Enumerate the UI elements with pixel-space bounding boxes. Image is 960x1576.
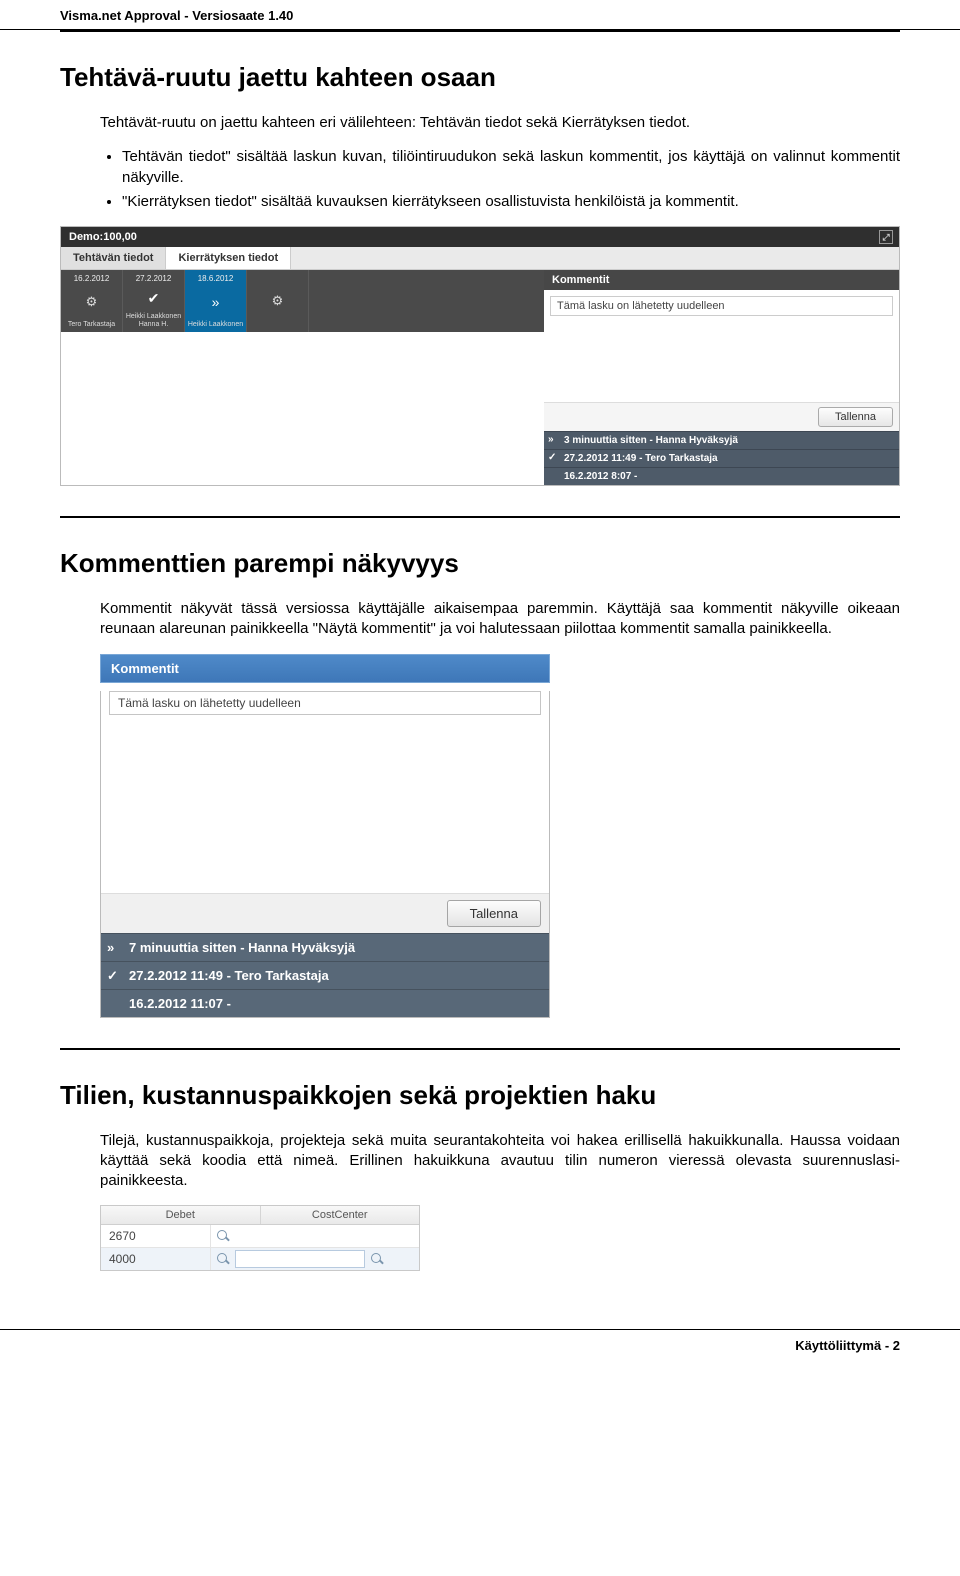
costcenter-input[interactable] [235,1250,365,1268]
section3-title: Tilien, kustannuspaikkojen sekä projekti… [60,1080,900,1111]
workflow-step-2[interactable]: 27.2.2012 ✔ Heikki Laakkonen Hanna H. [123,270,185,332]
debet-value: 2670 [101,1225,211,1247]
history-row[interactable]: » 3 minuuttia sitten - Hanna Hyväksyjä [544,431,899,449]
col-costcenter: CostCenter [261,1206,420,1224]
wf-name: Tero Tarkastaja [68,321,115,328]
comments-header: Kommentit [544,270,899,290]
section1-title: Tehtävä-ruutu jaettu kahteen osaan [60,62,900,93]
workflow-step-1[interactable]: 16.2.2012 Tero Tarkastaja [61,270,123,332]
wf-name: Heikki Laakkonen [188,321,243,328]
workflow-step-3[interactable]: 18.6.2012 » Heikki Laakkonen [185,270,247,332]
history-text: 7 minuuttia sitten - Hanna Hyväksyjä [129,940,355,955]
bullet-1: Tehtävän tiedot" sisältää laskun kuvan, … [122,147,900,188]
table-header-row: Debet CostCenter [101,1206,419,1225]
task-tabs: Tehtävän tiedot Kierrätyksen tiedot [61,247,899,270]
comment-history: » 3 minuuttia sitten - Hanna Hyväksyjä ✓… [544,431,899,485]
workflow-strip: 16.2.2012 Tero Tarkastaja 27.2.2012 ✔ He… [61,270,544,332]
task-title-bar: Demo:100,00 ⤢ [61,227,899,247]
screenshot-task-panel: Demo:100,00 ⤢ Tehtävän tiedot Kierrätyks… [60,226,900,486]
history-row[interactable]: 16.2.2012 8:07 - [544,467,899,485]
comment-history: » 7 minuuttia sitten - Hanna Hyväksyjä ✓… [101,933,549,1017]
history-text: 27.2.2012 11:49 - Tero Tarkastaja [564,453,718,464]
history-row[interactable]: ✓ 27.2.2012 11:49 - Tero Tarkastaja [101,961,549,989]
save-button[interactable]: Tallenna [818,407,893,427]
table-row: 4000 [101,1248,419,1270]
wf-date: 27.2.2012 [136,274,172,283]
doc-header: Visma.net Approval - Versiosaate 1.40 [0,0,960,30]
rule-top [60,30,900,32]
check-icon: ✓ [548,452,556,463]
section1-intro: Tehtävät-ruutu on jaettu kahteen eri väl… [100,113,900,133]
history-row[interactable]: 16.2.2012 11:07 - [101,989,549,1017]
section2-title: Kommenttien parempi näkyvyys [60,548,900,579]
comment-input[interactable]: Tämä lasku on lähetetty uudelleen [550,296,893,316]
rule-mid-2 [60,1048,900,1050]
rule-mid [60,516,900,518]
gear-icon [86,294,98,310]
workflow-step-4[interactable] [247,270,309,332]
bullet-2: "Kierrätyksen tiedot" sisältää kuvauksen… [122,192,900,212]
expand-icon[interactable]: ⤢ [879,230,893,244]
wf-name: Heikki Laakkonen Hanna H. [125,313,182,328]
gear-icon [272,293,284,309]
history-text: 16.2.2012 8:07 - [564,471,637,482]
tab-kierratyksen-tiedot[interactable]: Kierrätyksen tiedot [166,247,291,269]
section1-bullets: Tehtävän tiedot" sisältää laskun kuvan, … [100,147,900,212]
wf-date: 18.6.2012 [198,274,234,283]
check-icon: ✓ [107,968,118,984]
forward-icon: » [548,434,554,445]
debet-value: 4000 [101,1248,211,1270]
history-text: 27.2.2012 11:49 - Tero Tarkastaja [129,968,329,983]
history-text: 16.2.2012 11:07 - [129,996,231,1011]
history-row[interactable]: » 7 minuuttia sitten - Hanna Hyväksyjä [101,933,549,961]
page-footer: Käyttöliittymä - 2 [0,1329,960,1373]
wf-date: 16.2.2012 [74,274,110,283]
magnifier-icon[interactable] [215,1251,231,1267]
comment-input[interactable]: Tämä lasku on lähetetty uudelleen [109,691,541,715]
history-text: 3 minuuttia sitten - Hanna Hyväksyjä [564,435,738,446]
col-debet: Debet [101,1206,261,1224]
magnifier-icon[interactable] [369,1251,385,1267]
section3-text: Tilejä, kustannuspaikkoja, projekteja se… [100,1131,900,1192]
section2-text: Kommentit näkyvät tässä versiossa käyttä… [100,599,900,640]
comments-header: Kommentit [100,654,550,683]
check-icon: ✔ [148,290,160,307]
screenshot-comments-panel: Kommentit Tämä lasku on lähetetty uudell… [100,654,550,1018]
table-row: 2670 [101,1225,419,1248]
history-row[interactable]: ✓ 27.2.2012 11:49 - Tero Tarkastaja [544,449,899,467]
forward-icon: » [212,294,220,310]
save-button[interactable]: Tallenna [447,900,541,927]
task-title-text: Demo:100,00 [69,231,137,243]
magnifier-icon[interactable] [215,1228,231,1244]
forward-icon: » [107,940,114,955]
screenshot-account-search: Debet CostCenter 2670 4000 [100,1205,420,1271]
tab-tehtavan-tiedot[interactable]: Tehtävän tiedot [61,247,166,269]
